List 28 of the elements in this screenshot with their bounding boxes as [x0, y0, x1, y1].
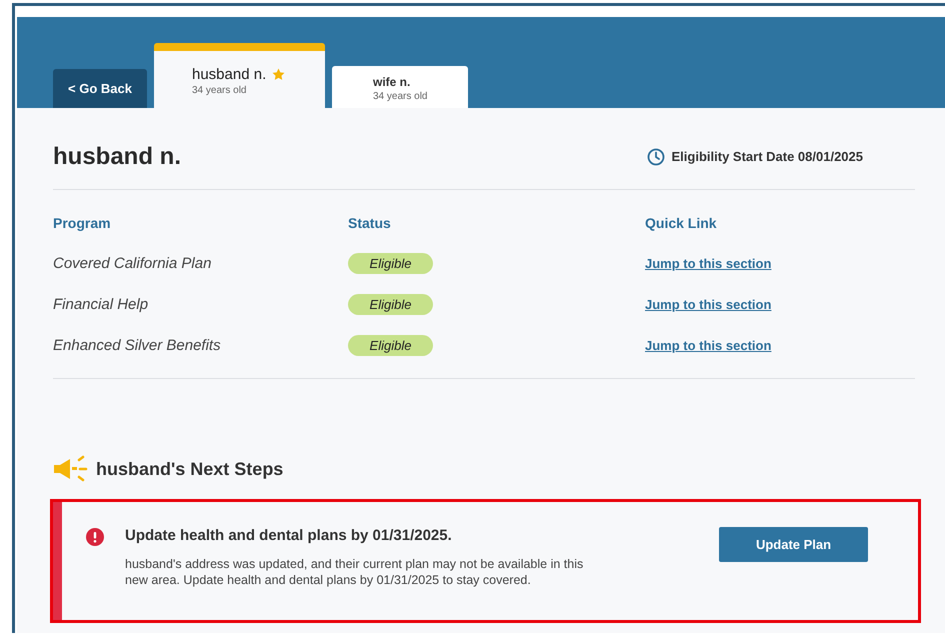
section-heading: husband's Next Steps: [96, 458, 284, 480]
program-name: Covered California Plan: [53, 255, 212, 272]
column-header: Quick Link: [645, 214, 718, 230]
eligibility-date: Eligibility Start Date 08/01/2025: [672, 149, 863, 164]
error-icon: [86, 528, 104, 546]
tab-age: 34 years old: [192, 85, 248, 96]
column-header: Status: [348, 214, 392, 230]
clock-icon: [646, 148, 665, 166]
status-badge: Eligible: [348, 253, 433, 274]
back-button[interactable]: < Go Back: [53, 69, 147, 108]
tab-name: husband n.: [192, 66, 266, 83]
alert-title: Update health and dental plans by 01/31/2025.: [125, 527, 453, 544]
program-name: Financial Help: [53, 296, 150, 313]
person-tab[interactable]: wife n. 34 years old: [332, 66, 468, 108]
tab-age: 34 years old: [373, 91, 428, 102]
tab-name: wife n.: [373, 75, 410, 89]
status-badge: Eligible: [348, 294, 433, 315]
quick-link[interactable]: Jump to this section: [645, 338, 772, 353]
quick-link[interactable]: Jump to this section: [645, 297, 772, 312]
megaphone-icon: [52, 455, 88, 483]
update-plan-button[interactable]: Update Plan: [719, 527, 868, 562]
program-name: Enhanced Silver Benefits: [53, 337, 222, 354]
quick-link[interactable]: Jump to this section: [645, 256, 772, 271]
status-badge: Eligible: [348, 335, 433, 356]
person-tab[interactable]: husband n. 34 years old: [154, 43, 325, 108]
column-header: Program: [53, 214, 112, 230]
person-name: husband n.: [53, 142, 181, 170]
alert-message: husband's address was updated, and their current plan may not be available in this new area. Update health and dental plans by 01/31/2025 to stay covered.: [125, 556, 584, 588]
